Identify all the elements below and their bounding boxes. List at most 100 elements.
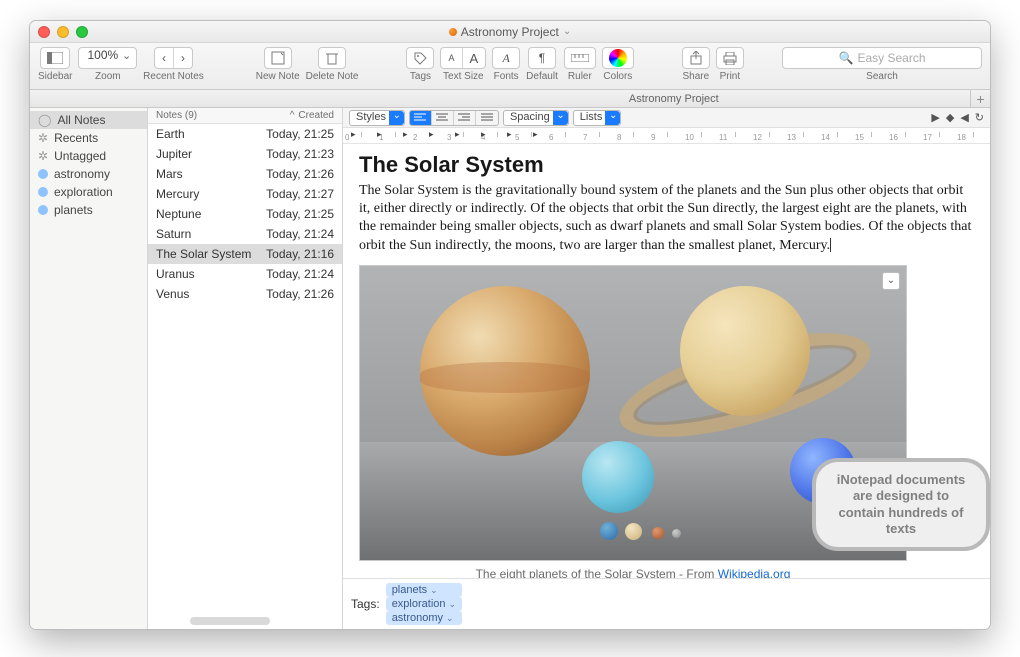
created-header[interactable]: Created xyxy=(298,110,334,121)
tags-row: Tags: planets exploration astronomy xyxy=(343,578,990,629)
align-right-button[interactable] xyxy=(454,111,476,125)
chevron-down-icon[interactable]: ⌄ xyxy=(563,26,571,37)
titlebar: Astronomy Project ⌄ xyxy=(30,21,990,43)
color-wheel-icon xyxy=(609,49,627,67)
horizontal-scrollbar[interactable] xyxy=(190,617,270,625)
text-smaller-button[interactable]: A xyxy=(441,48,462,68)
ruler[interactable]: 0123456789101112131415161718▸▸▸▸▸▸▸▸ xyxy=(343,128,990,144)
toolbar-label: New Note xyxy=(256,71,300,82)
text-size-control[interactable]: AA xyxy=(440,47,486,69)
note-row[interactable]: Mars Today, 21:26 xyxy=(148,164,342,184)
nav-loop-icon[interactable]: ↻ xyxy=(975,111,984,124)
uranus-planet xyxy=(582,441,654,513)
note-body[interactable]: The Solar System is the gravitationally … xyxy=(359,183,971,253)
note-title: Venus xyxy=(156,287,189,301)
text-larger-button[interactable]: A xyxy=(463,48,486,68)
toolbar-label: Ruler xyxy=(568,71,592,82)
tags-label: Tags: xyxy=(351,597,380,611)
toolbar-label: Sidebar xyxy=(38,71,72,82)
align-left-button[interactable] xyxy=(410,111,432,125)
toolbar-label: Tags xyxy=(410,71,431,82)
note-row[interactable]: VenusToday, 21:26 xyxy=(148,284,342,304)
lists-select[interactable]: Lists xyxy=(573,110,622,126)
text-cursor xyxy=(830,238,831,252)
print-button[interactable] xyxy=(716,47,744,69)
note-row[interactable]: The Solar System Today, 21:16 xyxy=(148,244,342,264)
note-row[interactable]: UranusToday, 21:24 xyxy=(148,264,342,284)
note-title: Earth xyxy=(156,127,185,141)
saturn-planet xyxy=(680,286,810,416)
note-title: Jupiter xyxy=(156,147,192,161)
back-button[interactable]: ‹ xyxy=(155,48,174,68)
align-justify-button[interactable] xyxy=(476,111,498,125)
document-tab-bar: Astronomy Project + xyxy=(30,90,990,108)
sidebar-item-all-notes[interactable]: ◯All Notes xyxy=(30,111,147,129)
marketing-callout: iNotepad documents are designed to conta… xyxy=(812,458,990,551)
sidebar-toggle-button[interactable] xyxy=(40,47,70,69)
note-heading[interactable]: The Solar System xyxy=(359,152,974,178)
editor-toolbar: Styles Spacing Lists ▶ ◆ ◀ ↻ xyxy=(343,108,990,128)
fonts-button[interactable]: A xyxy=(492,47,520,69)
window-title: Astronomy Project xyxy=(461,25,559,39)
tag-dot-icon xyxy=(38,187,48,197)
align-center-button[interactable] xyxy=(432,111,454,125)
note-title: Saturn xyxy=(156,227,191,241)
forward-button[interactable]: › xyxy=(174,48,192,68)
sidebar-item-planets[interactable]: planets xyxy=(30,201,147,219)
note-row[interactable]: JupiterToday, 21:23 xyxy=(148,144,342,164)
nav-diamond-icon[interactable]: ◆ xyxy=(946,111,954,124)
tag-dot-icon xyxy=(38,169,48,179)
share-button[interactable] xyxy=(682,47,710,69)
nav-play-icon[interactable]: ▶ xyxy=(931,111,939,124)
add-tab-button[interactable]: + xyxy=(970,90,990,108)
image-menu-button[interactable]: ⌄ xyxy=(882,272,900,290)
toolbar-label: Fonts xyxy=(494,71,519,82)
notes-header[interactable]: Notes (9) xyxy=(156,110,197,121)
note-title: Uranus xyxy=(156,267,195,281)
note-title: Mars xyxy=(156,167,183,181)
nav-back-icon[interactable]: ◀ xyxy=(960,111,968,124)
tag-pill-exploration[interactable]: exploration xyxy=(386,597,462,611)
tags-button[interactable] xyxy=(406,47,434,69)
note-row[interactable]: Saturn Today, 21:24 xyxy=(148,224,342,244)
mercury-planet xyxy=(672,529,681,538)
earth-planet xyxy=(600,522,618,540)
tag-pill-astronomy[interactable]: astronomy xyxy=(386,611,462,625)
toolbar-label: Default xyxy=(526,71,558,82)
sidebar-item-label: All Notes xyxy=(57,113,105,127)
note-created: Today, 21:16 xyxy=(266,247,334,261)
sidebar-item-astronomy[interactable]: astronomy xyxy=(30,165,147,183)
wikipedia-link[interactable]: Wikipedia.org xyxy=(718,567,791,578)
sort-indicator[interactable]: ^ xyxy=(290,110,295,121)
note-row[interactable]: Earth Today, 21:25 xyxy=(148,124,342,144)
sidebar-item-label: Recents xyxy=(54,131,98,145)
spacing-select[interactable]: Spacing xyxy=(503,110,569,126)
note-created: Today, 21:24 xyxy=(266,227,334,241)
recent-notes-nav[interactable]: ‹› xyxy=(154,47,193,69)
ruler-button[interactable] xyxy=(564,47,596,69)
colors-button[interactable] xyxy=(602,47,634,69)
note-created: Today, 21:26 xyxy=(266,167,334,181)
styles-select[interactable]: Styles xyxy=(349,110,405,126)
sidebar-item-label: planets xyxy=(54,203,93,217)
alignment-group[interactable] xyxy=(409,110,499,126)
main-toolbar: Sidebar 100% Zoom ‹› Recent Notes New No… xyxy=(30,43,990,90)
sidebar-item-recents[interactable]: ✲ Recents xyxy=(30,129,147,147)
sidebar-item-exploration[interactable]: exploration xyxy=(30,183,147,201)
toolbar-label: Recent Notes xyxy=(143,71,204,82)
mars-planet xyxy=(652,527,664,539)
image-caption: The eight planets of the Solar System - … xyxy=(359,567,907,578)
sidebar-item-untagged[interactable]: ✲Untagged xyxy=(30,147,147,165)
search-input[interactable]: 🔍 Easy Search xyxy=(782,47,982,69)
note-row[interactable]: MercuryToday, 21:27 xyxy=(148,184,342,204)
note-title: The Solar System xyxy=(156,247,251,261)
tag-pill-planets[interactable]: planets xyxy=(386,583,462,597)
delete-note-button[interactable] xyxy=(318,47,346,69)
document-tab[interactable]: Astronomy Project xyxy=(376,93,972,105)
new-note-button[interactable] xyxy=(264,47,292,69)
default-style-button[interactable]: ¶ xyxy=(528,47,556,69)
gear-icon: ✲ xyxy=(38,131,48,145)
note-created: Today, 21:25 xyxy=(266,127,334,141)
zoom-select[interactable]: 100% xyxy=(78,47,137,69)
note-row[interactable]: NeptuneToday, 21:25 xyxy=(148,204,342,224)
